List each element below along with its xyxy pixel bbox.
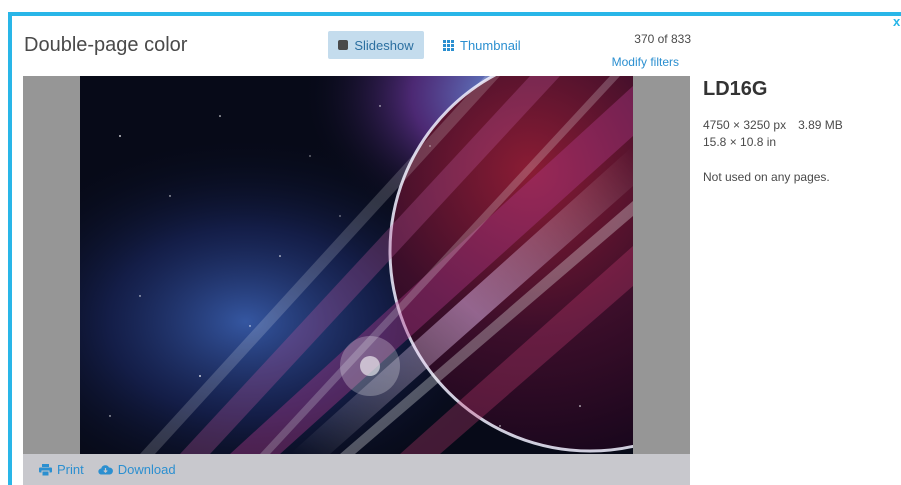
usage-text: Not used on any pages. bbox=[703, 170, 830, 184]
image-viewer bbox=[23, 76, 690, 454]
modify-filters-link[interactable]: Modify filters bbox=[590, 55, 679, 69]
grid-icon bbox=[443, 39, 454, 51]
thumbnail-label: Thumbnail bbox=[460, 37, 521, 53]
download-button[interactable]: Download bbox=[98, 462, 176, 477]
file-size: 3.89 MB bbox=[798, 118, 843, 132]
thumbnail-button[interactable]: Thumbnail bbox=[443, 31, 521, 59]
inch-dimensions: 15.8 × 10.8 in bbox=[703, 135, 777, 149]
printer-icon bbox=[39, 463, 52, 476]
download-label: Download bbox=[117, 462, 176, 477]
image-actions-bar: Print Download bbox=[23, 454, 690, 485]
panel-border-top bbox=[8, 12, 901, 16]
page-title: Double-page color bbox=[24, 34, 188, 56]
image-meta: 4750 × 3250 px 3.89 MB 15.8 × 10.8 in bbox=[703, 117, 843, 151]
slideshow-label: Slideshow bbox=[354, 37, 414, 53]
slideshow-button[interactable]: Slideshow bbox=[328, 31, 424, 59]
image-name: LD16G bbox=[703, 78, 768, 100]
preview-image[interactable] bbox=[80, 76, 633, 454]
cloud-download-icon bbox=[98, 465, 113, 475]
print-label: Print bbox=[57, 462, 84, 477]
panel-border-left bbox=[8, 12, 12, 485]
image-detail-panel: x Double-page color Slideshow Thumbnail … bbox=[0, 0, 901, 485]
print-button[interactable]: Print bbox=[39, 462, 84, 477]
close-button[interactable]: x bbox=[893, 14, 900, 30]
square-icon bbox=[338, 40, 349, 50]
pixel-dimensions: 4750 × 3250 px bbox=[703, 118, 787, 132]
image-counter: 370 of 833 bbox=[634, 32, 691, 46]
